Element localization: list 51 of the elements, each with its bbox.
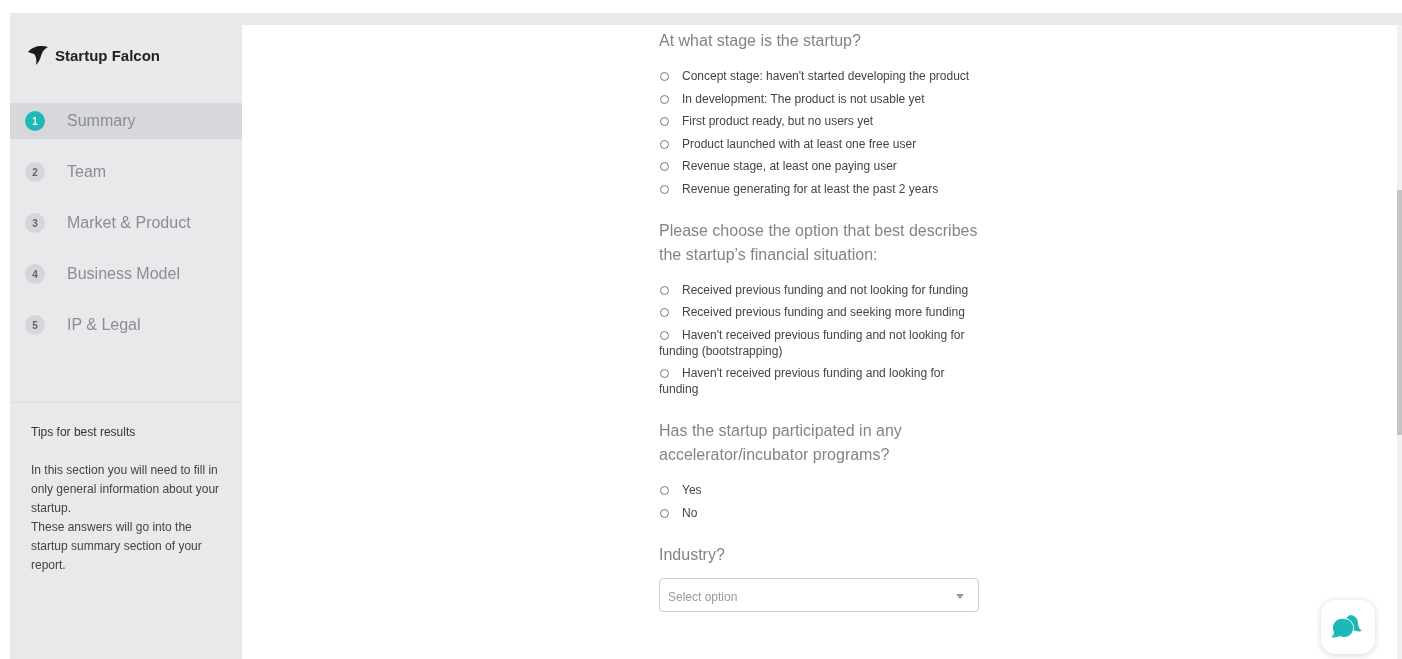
question-prompt: Has the startup participated in any accelerator/incubator programs? — [659, 421, 903, 465]
step-number: 3 — [25, 213, 45, 233]
question-prompt: Industry? — [659, 544, 726, 565]
step-number: 1 — [25, 111, 45, 131]
radio-option[interactable]: In development: The product is not usable yet — [659, 90, 981, 107]
brand-name: Startup Falcon — [55, 46, 160, 64]
radio-circle[interactable] — [660, 308, 669, 317]
tips-text: These answers will go into the startup summary section of your report. — [31, 519, 203, 574]
radio-circle[interactable] — [660, 486, 669, 495]
radio-circle[interactable] — [660, 369, 669, 378]
radio-option[interactable]: Received previous funding and seeking more funding — [659, 304, 981, 320]
radio-option[interactable]: Haven't received previous funding and looking for funding — [659, 365, 981, 397]
radio-option[interactable]: Received previous funding and not looking for funding — [659, 281, 981, 298]
radio-circle[interactable] — [660, 508, 669, 518]
question-prompt: Please choose the option that best describes the startup’s financial situation: — [659, 220, 979, 265]
radio-circle[interactable] — [660, 162, 669, 171]
radio-option[interactable]: Concept stage: haven't started developing the product — [659, 68, 981, 84]
sidebar-step[interactable]: 3 Market & Product — [10, 205, 242, 241]
step-label: Team — [67, 163, 107, 181]
scrollbar-thumb[interactable] — [1397, 190, 1402, 435]
scrollbar[interactable] — [1397, 25, 1402, 659]
radio-circle[interactable] — [660, 117, 669, 126]
radio-circle[interactable] — [660, 330, 669, 340]
falcon-logo-icon — [27, 44, 49, 66]
radio-option[interactable]: No — [659, 504, 981, 521]
radio-option[interactable]: First product ready, but no users yet — [659, 113, 981, 129]
sidebar-step[interactable]: 5 IP & Legal — [10, 307, 242, 343]
radio-circle[interactable] — [660, 184, 669, 194]
dropdown-caret-icon — [956, 594, 964, 599]
chat-button[interactable] — [1321, 600, 1375, 654]
sidebar-step[interactable]: 2 Team — [10, 154, 242, 190]
tips-title: Tips for best results — [31, 425, 137, 439]
radio-circle[interactable] — [660, 94, 669, 104]
radio-option[interactable]: Haven't received previous funding and not looking for funding (bootstrapping) — [659, 326, 981, 359]
radio-option[interactable]: Revenue generating for at least the past 2 years — [659, 180, 981, 197]
radio-circle[interactable] — [660, 285, 669, 295]
step-number: 4 — [25, 264, 45, 284]
radio-option[interactable]: Product launched with at least one free user — [659, 135, 981, 152]
question-prompt: At what stage is the startup? — [659, 31, 862, 51]
tips-text: In this section you will need to fill in only general information about your startup. — [31, 462, 221, 517]
radio-circle[interactable] — [660, 139, 669, 149]
step-label: Market & Product — [67, 214, 191, 232]
step-label: Business Model — [67, 265, 180, 283]
step-number: 5 — [25, 315, 45, 335]
step-number: 2 — [25, 162, 45, 182]
radio-circle[interactable] — [660, 72, 669, 81]
step-label: Summary — [67, 112, 136, 130]
radio-option[interactable]: Yes — [659, 482, 981, 498]
radio-option[interactable]: Revenue stage, at least one paying user — [659, 158, 981, 174]
step-label: IP & Legal — [67, 316, 141, 334]
sidebar-step[interactable]: 4 Business Model — [10, 256, 242, 292]
